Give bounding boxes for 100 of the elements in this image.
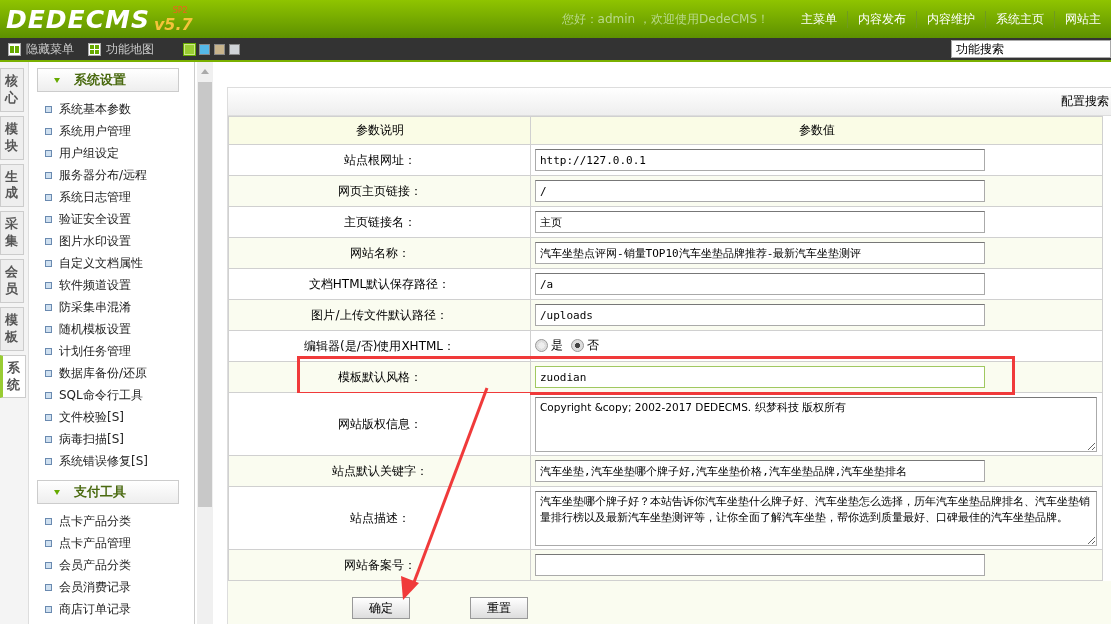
section-header[interactable]: 支付工具 xyxy=(37,480,179,504)
field-label: 网页主页链接： xyxy=(337,183,422,198)
menu-item[interactable]: 商店订单记录 xyxy=(37,598,194,620)
input-field[interactable]: zuodian xyxy=(535,366,985,388)
menu-item[interactable]: 点卡产品分类 xyxy=(37,510,194,532)
menu-item[interactable]: 系统日志管理 xyxy=(37,186,194,208)
field-label: 站点描述： xyxy=(349,510,410,525)
menu-item[interactable]: 会员产品分类 xyxy=(37,554,194,576)
bullet-icon xyxy=(45,583,52,591)
field-label: 主页链接名： xyxy=(343,214,416,229)
bullet-icon xyxy=(45,413,52,421)
skin-swatch[interactable] xyxy=(229,43,240,55)
section-header[interactable]: 系统设置 xyxy=(37,68,179,92)
menu-item[interactable]: 系统错误修复[S] xyxy=(37,450,194,472)
menu-item[interactable]: 点卡产品管理 xyxy=(37,532,194,554)
menu-item[interactable]: 验证安全设置 xyxy=(37,208,194,230)
side-tab[interactable]: 生成 xyxy=(0,163,24,208)
text-area[interactable]: 汽车坐垫哪个牌子好？本站告诉你汽车坐垫什么牌子好、汽车坐垫怎么选择，历年汽车坐垫品牌排名、汽车坐垫销量排行榜以及最新汽车坐垫测评等，让你全面了解汽车坐垫，帮你选到质量最好、口碑最佳的汽车坐垫品牌。 xyxy=(535,490,1097,546)
form-button[interactable]: 确定 xyxy=(352,597,410,619)
toolbar-label: 隐藏菜单 xyxy=(26,40,74,58)
menu-item[interactable]: 软件频道设置 xyxy=(37,274,194,296)
side-tab[interactable]: 模块 xyxy=(0,115,24,160)
radio-label: 是 xyxy=(551,337,563,354)
skin-swatch[interactable] xyxy=(214,43,225,55)
bullet-icon xyxy=(45,127,52,135)
edition: SP2 xyxy=(172,6,188,15)
bullet-icon xyxy=(45,171,52,179)
bullet-icon xyxy=(45,259,52,267)
input-field[interactable]: /a xyxy=(535,273,985,295)
field-label: 网站名称： xyxy=(349,245,410,260)
field-label: 网站备案号： xyxy=(343,557,416,572)
menu-item[interactable]: 图片水印设置 xyxy=(37,230,194,252)
side-tab[interactable]: 模板 xyxy=(0,306,24,351)
radio-label: 否 xyxy=(587,337,599,354)
menu-item[interactable]: 用户组设定 xyxy=(37,142,194,164)
menu-item[interactable]: 病毒扫描[S] xyxy=(37,428,194,450)
bullet-icon xyxy=(45,105,52,113)
menu-item[interactable]: 防采集串混淆 xyxy=(37,296,194,318)
input-field[interactable]: /uploads xyxy=(535,304,985,326)
scrollbar[interactable] xyxy=(197,62,213,624)
input-field[interactable]: 汽车坐垫,汽车坐垫哪个牌子好,汽车坐垫价格,汽车坐垫品牌,汽车坐垫排名 xyxy=(535,460,985,482)
field-label: 文档HTML默认保存路径： xyxy=(308,276,451,291)
toolbar-button[interactable]: 隐藏菜单 xyxy=(8,40,74,58)
menu-item[interactable]: 文件校验[S] xyxy=(37,406,194,428)
bullet-icon xyxy=(45,193,52,201)
menu-item[interactable]: 系统用户管理 xyxy=(37,120,194,142)
bullet-icon xyxy=(45,149,52,157)
input-field[interactable]: 主页 xyxy=(535,211,985,233)
menu-item[interactable]: 数据库备份/还原 xyxy=(37,362,194,384)
menu-item[interactable]: SQL命令行工具 xyxy=(37,384,194,406)
toolbar-button[interactable]: 功能地图 xyxy=(88,40,154,58)
field-label: 站点默认关键字： xyxy=(331,463,428,478)
side-tab[interactable]: 系统 xyxy=(0,354,26,399)
bullet-icon xyxy=(45,435,52,443)
bullet-icon xyxy=(45,215,52,223)
bullet-icon xyxy=(45,237,52,245)
side-tab[interactable]: 采集 xyxy=(0,211,24,256)
bullet-icon xyxy=(45,539,52,547)
radio-button[interactable] xyxy=(571,339,584,352)
skin-swatch[interactable] xyxy=(199,43,210,55)
bullet-icon xyxy=(45,325,52,333)
grid-icon xyxy=(88,42,101,56)
bullet-icon xyxy=(45,605,52,613)
version: v5.7 xyxy=(153,14,193,34)
menu-item[interactable]: 系统基本参数 xyxy=(37,98,194,120)
toolbar-label: 功能地图 xyxy=(106,40,154,58)
text-area[interactable]: Copyright &copy; 2002-2017 DEDECMS. 织梦科技 版权所有 xyxy=(535,396,1097,452)
side-tab[interactable]: 核心 xyxy=(0,68,24,112)
section-title: 支付工具 xyxy=(74,483,126,501)
radio-button[interactable] xyxy=(535,339,548,352)
menu-item[interactable]: 计划任务管理 xyxy=(37,340,194,362)
field-label: 编辑器(是/否)使用XHTML： xyxy=(304,338,455,353)
menu-item[interactable]: 随机模板设置 xyxy=(37,318,194,340)
caret-icon xyxy=(54,77,60,83)
logo: DEDECMS xyxy=(6,4,150,34)
greeting: 您好：admin ，欢迎使用DedeCMS！ xyxy=(561,10,769,28)
field-label: 图片/上传文件默认路径： xyxy=(311,307,448,322)
bullet-icon xyxy=(45,391,52,399)
field-label: 站点根网址： xyxy=(343,152,416,167)
bullet-icon xyxy=(45,369,52,377)
bullet-icon xyxy=(45,517,52,525)
input-field[interactable]: http://127.0.0.1 xyxy=(535,149,985,171)
form-button[interactable]: 重置 xyxy=(470,597,528,619)
column-header: 参数值 xyxy=(530,116,1103,145)
panel-icon xyxy=(8,42,21,56)
search-label[interactable]: 配置搜索 xyxy=(1061,93,1109,110)
field-label: 网站版权信息： xyxy=(337,416,422,431)
menu-item[interactable]: 会员消费记录 xyxy=(37,576,194,598)
search-field[interactable]: 功能搜索 xyxy=(951,40,1111,58)
input-field[interactable]: 汽车坐垫点评网-销量TOP10汽车坐垫品牌推荐-最新汽车坐垫测评 xyxy=(535,242,985,264)
bullet-icon xyxy=(45,561,52,569)
input-field[interactable] xyxy=(535,554,985,576)
field-label: 模板默认风格： xyxy=(337,369,422,384)
side-tab[interactable]: 会员 xyxy=(0,259,24,303)
menu-item[interactable]: 自定义文档属性 xyxy=(37,252,194,274)
menu-item[interactable]: 服务器分布/远程 xyxy=(37,164,194,186)
input-field[interactable]: / xyxy=(535,180,985,202)
bullet-icon xyxy=(45,457,52,465)
caret-icon xyxy=(54,489,60,495)
column-header: 参数说明 xyxy=(228,116,531,145)
